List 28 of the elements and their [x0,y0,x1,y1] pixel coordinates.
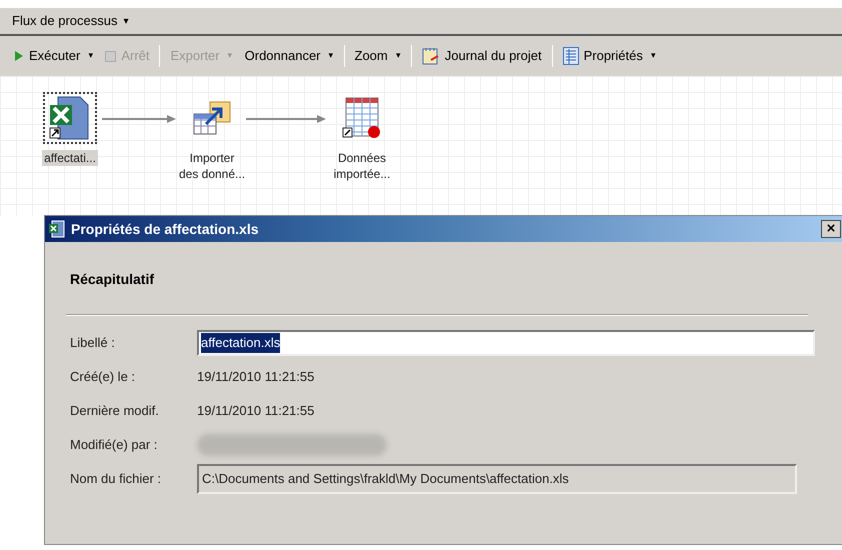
field-label: Dernière modif. [70,402,160,420]
close-button[interactable]: × [821,220,841,238]
play-icon [14,50,24,62]
properties-icon [562,47,579,65]
toolbar-button[interactable]: Exécuter ▾ [12,43,96,69]
dialog-title: Propriétés de affectation.xls [71,220,260,239]
field-label: Créé(e) le : [70,368,136,386]
toolbar-button[interactable]: Journal du projet [420,43,544,69]
log-icon [422,47,440,65]
toolbar-button[interactable]: Propriétés ▾ [560,43,658,69]
excel-file-icon [49,220,65,238]
node-label: Données importée... [332,150,392,182]
field-value: 19/11/2010 11:21:55 [197,402,314,420]
readonly-field[interactable]: C:\Documents and Settings\frakld\My Documents\affectation.xls [197,464,797,494]
node-label: affectati... [42,150,98,166]
toolbar-button[interactable]: Zoom ▾ [352,43,403,69]
input-field[interactable]: affectation.xls [197,330,815,356]
toolbar-button[interactable]: Ordonnancer ▾ [242,43,336,69]
field-label: Modifié(e) par : [70,436,158,454]
field-label: Nom du fichier : [70,470,162,488]
panel-title[interactable]: Flux de processus [12,11,118,31]
section-heading: Récapitulatif [70,270,156,289]
field-label: Libellé : [70,334,116,352]
stop-icon [105,50,116,62]
excel-node-icon[interactable] [43,92,97,144]
dropdown-arrow-icon[interactable]: ▾ [124,14,128,28]
field-value: 19/11/2010 11:21:55 [197,368,314,386]
node-label: Importer des donné... [178,150,246,182]
